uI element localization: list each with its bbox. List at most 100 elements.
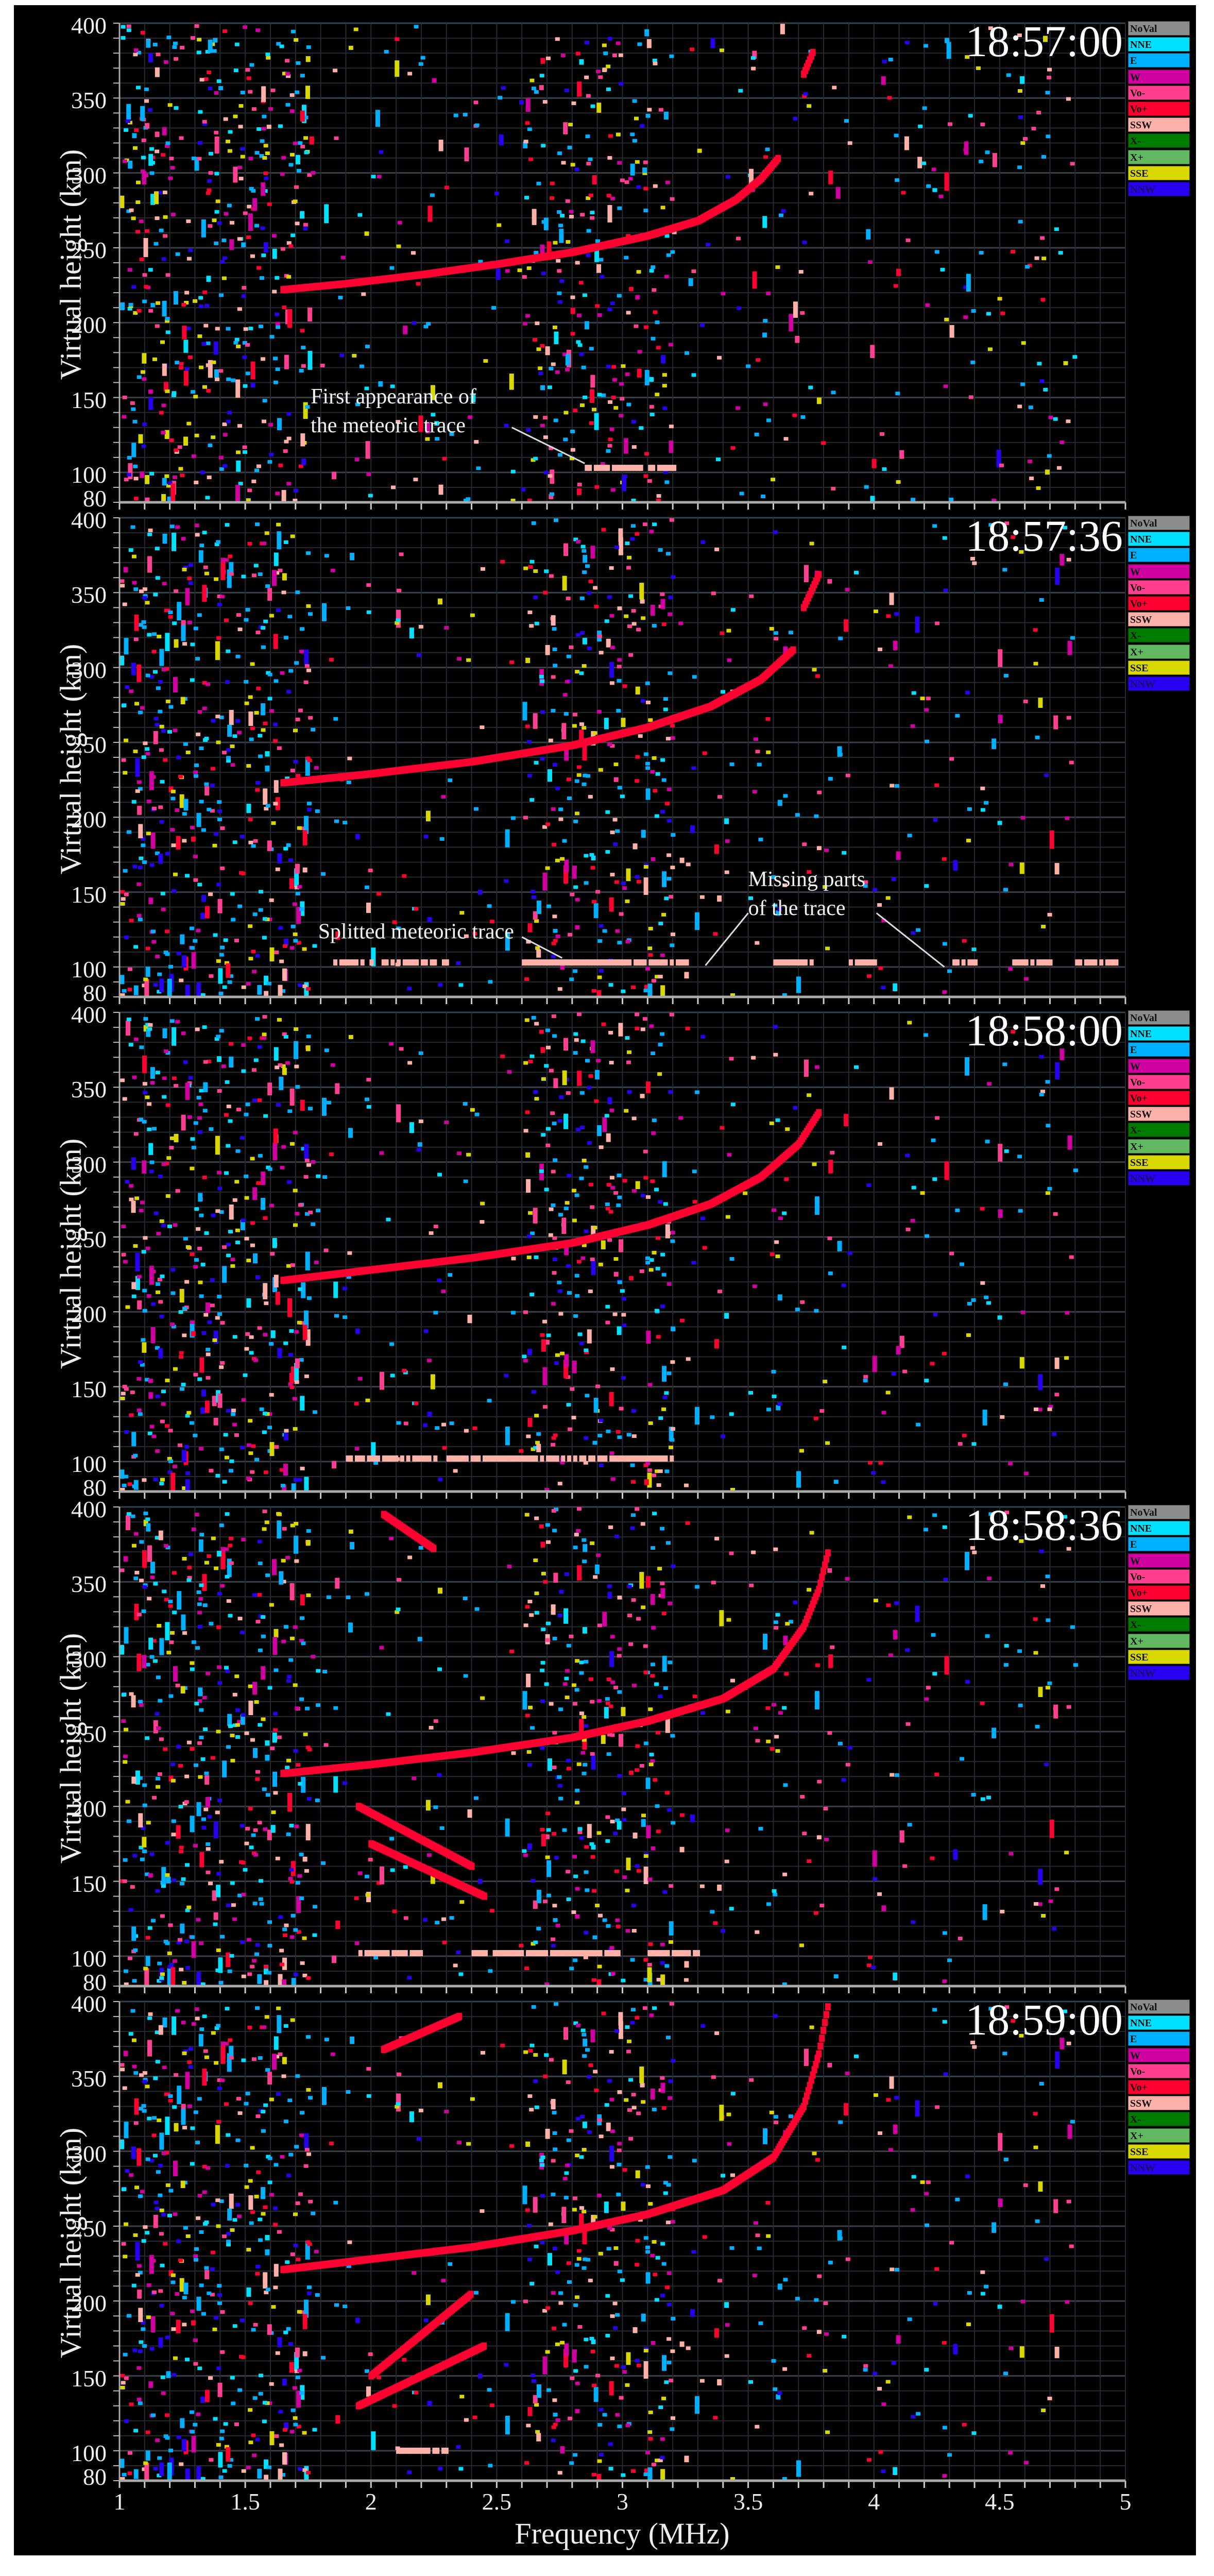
echo-point xyxy=(599,1145,604,1149)
echo-point xyxy=(244,701,249,705)
echo-point xyxy=(236,344,241,348)
echo-point xyxy=(772,1394,777,1398)
echo-point xyxy=(204,1231,209,1235)
echo-point xyxy=(175,361,180,365)
echo-point xyxy=(863,1375,868,1379)
echo-point xyxy=(194,433,199,437)
echo-point xyxy=(226,327,231,331)
echo-point xyxy=(180,45,185,49)
echo-point xyxy=(179,1387,184,1391)
echo-point xyxy=(263,721,268,725)
echo-point xyxy=(572,724,577,728)
echo-point xyxy=(414,25,419,29)
echo-point xyxy=(286,1264,292,1268)
echo-point xyxy=(159,1314,164,1318)
echo-point xyxy=(416,1148,421,1152)
echo-point xyxy=(529,78,535,82)
echo-point xyxy=(660,985,665,997)
echo-point xyxy=(816,397,822,404)
echo-point xyxy=(568,1427,573,1431)
echo-point xyxy=(645,1261,651,1265)
echo-point xyxy=(545,1028,550,1032)
echo-point xyxy=(572,1360,577,1374)
echo-point xyxy=(306,551,311,555)
echo-point xyxy=(246,1476,251,1480)
echo-point xyxy=(548,769,553,782)
echo-point xyxy=(161,1389,166,1394)
echo-point xyxy=(637,368,642,378)
echo-point xyxy=(621,718,626,727)
echo-point xyxy=(320,363,325,367)
echo-point xyxy=(127,988,132,992)
echo-point xyxy=(666,253,671,257)
echo-point xyxy=(371,175,376,179)
echo-point xyxy=(165,330,170,334)
echo-point xyxy=(595,1384,601,1388)
echo-point xyxy=(585,564,590,568)
echo-point xyxy=(155,149,160,154)
echo-point xyxy=(202,385,208,389)
echo-point xyxy=(985,150,990,155)
echo-point xyxy=(288,1353,293,1357)
echo-point xyxy=(970,360,976,364)
echo-point xyxy=(289,1088,295,1106)
echo-point xyxy=(199,544,204,548)
echo-point xyxy=(156,686,161,690)
echo-point xyxy=(605,1207,610,1211)
legend-item: W xyxy=(1128,564,1190,579)
echo-point xyxy=(645,700,651,704)
echo-point xyxy=(1008,1462,1013,1466)
echo-point xyxy=(261,127,266,131)
echo-point xyxy=(1031,127,1036,131)
echo-point xyxy=(140,370,145,374)
echo-point xyxy=(617,786,622,790)
echo-point xyxy=(258,1562,263,1566)
echo-point xyxy=(190,946,195,950)
echo-point xyxy=(224,1455,229,1460)
echo-point xyxy=(645,766,651,770)
echo-point xyxy=(572,713,577,717)
echo-point xyxy=(147,532,152,536)
echo-point xyxy=(143,741,148,745)
echo-point xyxy=(150,1067,155,1079)
echo-point xyxy=(784,1177,789,1181)
echo-point xyxy=(428,206,433,222)
echo-point xyxy=(304,664,310,668)
echo-point xyxy=(174,106,179,110)
echo-point xyxy=(554,331,559,345)
echo-point xyxy=(562,839,567,843)
echo-point xyxy=(792,413,797,417)
echo-point xyxy=(631,1480,636,1484)
echo-point xyxy=(202,1175,207,1179)
echo-point xyxy=(648,926,653,930)
echo-point xyxy=(943,588,948,592)
echo-point xyxy=(308,1210,313,1214)
echo-point xyxy=(238,482,243,486)
echo-point xyxy=(153,592,158,597)
echo-point xyxy=(339,353,345,358)
echo-point xyxy=(198,1102,203,1106)
echo-point xyxy=(543,435,548,439)
echo-point xyxy=(550,196,555,200)
echo-point xyxy=(144,99,149,103)
echo-point xyxy=(591,989,596,993)
echo-point xyxy=(481,567,486,571)
echo-point xyxy=(159,724,164,728)
echo-point xyxy=(588,794,593,799)
echo-point xyxy=(236,1108,241,1112)
echo-point xyxy=(473,100,478,105)
echo-point xyxy=(574,1193,579,1197)
echo-point xyxy=(1072,355,1078,359)
echo-point xyxy=(1028,460,1033,464)
meteor-trace-point xyxy=(588,465,592,471)
echo-point xyxy=(267,1426,272,1430)
echo-point xyxy=(168,611,173,615)
echo-point xyxy=(630,524,636,528)
echo-point xyxy=(444,625,449,630)
echo-point xyxy=(720,631,725,635)
echo-point xyxy=(966,274,971,292)
echo-point xyxy=(527,127,532,131)
echo-point xyxy=(187,577,192,581)
echo-point xyxy=(138,1700,143,1704)
echo-point xyxy=(286,275,292,279)
